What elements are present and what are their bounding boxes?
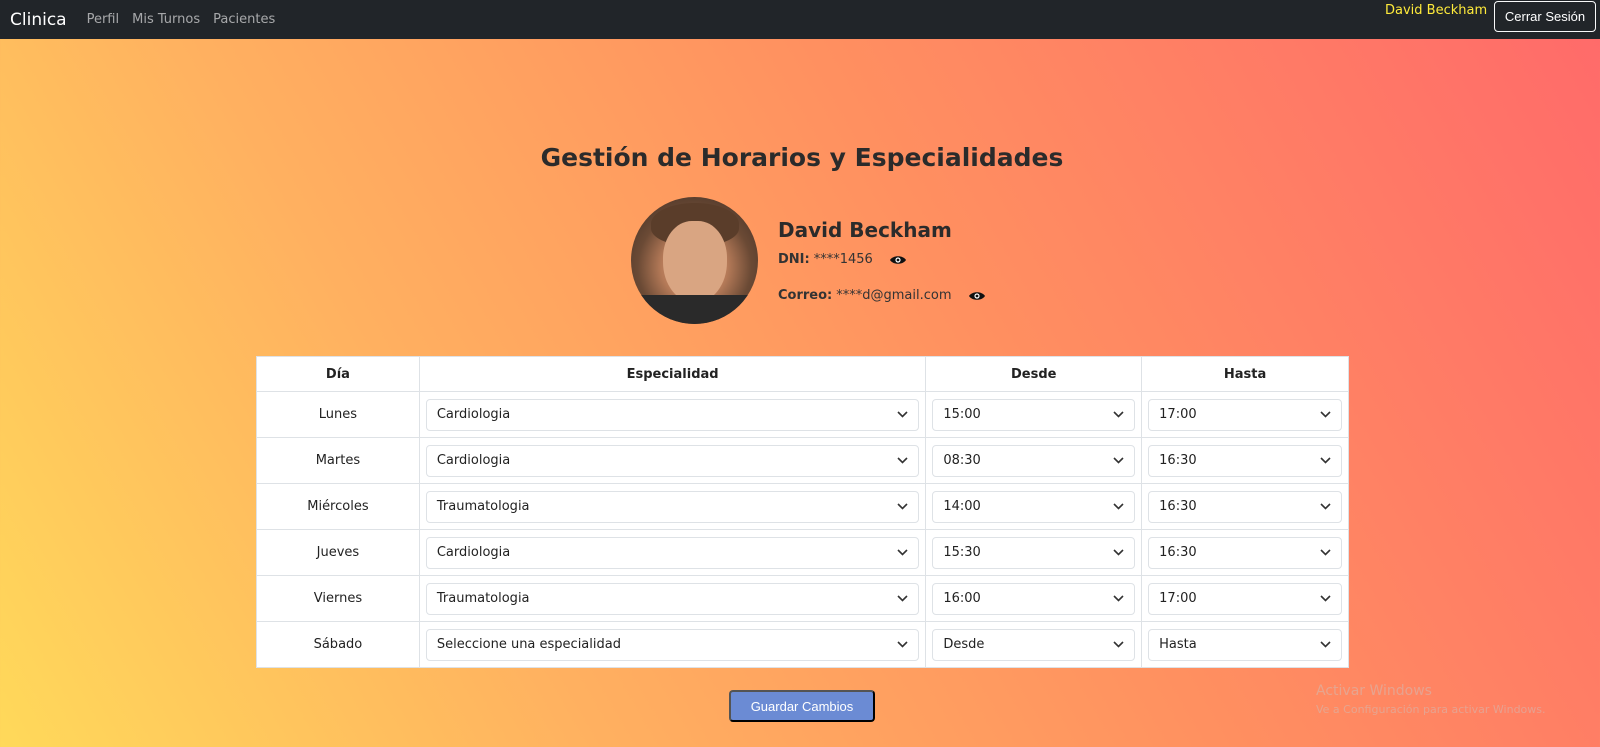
specialty-select[interactable]: Seleccione una especialidad bbox=[425, 628, 920, 661]
from-value: 15:30 bbox=[943, 545, 981, 560]
email-value: ****d@gmail.com bbox=[836, 288, 952, 303]
specialty-value: Cardiologia bbox=[436, 545, 511, 560]
table-row: Martes Cardiologia 08:30 16:30 bbox=[256, 437, 1349, 484]
day-cell: Miércoles bbox=[256, 483, 420, 530]
from-value: 16:00 bbox=[943, 591, 981, 606]
from-value: 08:30 bbox=[943, 453, 981, 468]
chevron-down-icon bbox=[1320, 549, 1331, 556]
to-select[interactable]: Hasta bbox=[1148, 628, 1342, 661]
specialty-value: Cardiologia bbox=[436, 407, 511, 422]
chevron-down-icon bbox=[897, 549, 908, 556]
page-title: Gestión de Horarios y Especialidades bbox=[540, 143, 1064, 172]
specialty-select[interactable]: Cardiologia bbox=[425, 398, 920, 431]
chevron-down-icon bbox=[897, 411, 908, 418]
dni-value: ****1456 bbox=[813, 252, 873, 267]
table-row: Lunes Cardiologia 15:00 17:00 bbox=[256, 391, 1349, 438]
save-changes-button[interactable]: Guardar Cambios bbox=[729, 690, 875, 722]
specialty-select[interactable]: Cardiologia bbox=[425, 444, 920, 477]
chevron-down-icon bbox=[1320, 411, 1331, 418]
doctor-name: David Beckham bbox=[778, 218, 952, 242]
from-value: Desde bbox=[943, 637, 985, 652]
header-dia: Día bbox=[256, 356, 420, 392]
from-select[interactable]: Desde bbox=[932, 628, 1136, 661]
table-row: Miércoles Traumatologia 14:00 16:30 bbox=[256, 483, 1349, 530]
specialty-value: Seleccione una especialidad bbox=[436, 637, 621, 652]
from-select[interactable]: 08:30 bbox=[932, 444, 1136, 477]
windows-watermark-subtitle: Ve a Configuración para activar Windows. bbox=[1316, 703, 1546, 716]
email-line: Correo: ****d@gmail.com bbox=[778, 288, 986, 303]
chevron-down-icon bbox=[1320, 595, 1331, 602]
day-cell: Lunes bbox=[256, 391, 420, 438]
specialty-value: Cardiologia bbox=[436, 453, 511, 468]
from-select[interactable]: 15:30 bbox=[932, 536, 1136, 569]
specialty-select[interactable]: Traumatologia bbox=[425, 490, 920, 523]
to-select[interactable]: 16:30 bbox=[1148, 490, 1342, 523]
to-value: 17:00 bbox=[1159, 591, 1197, 606]
logout-button[interactable]: Cerrar Sesión bbox=[1494, 1, 1596, 32]
to-select[interactable]: 16:30 bbox=[1148, 536, 1342, 569]
to-select[interactable]: 16:30 bbox=[1148, 444, 1342, 477]
specialty-select[interactable]: Traumatologia bbox=[425, 582, 920, 615]
chevron-down-icon bbox=[897, 503, 908, 510]
dni-label: DNI: bbox=[778, 252, 810, 267]
to-value: 16:30 bbox=[1159, 453, 1197, 468]
chevron-down-icon bbox=[1320, 641, 1331, 648]
from-select[interactable]: 16:00 bbox=[932, 582, 1136, 615]
to-select[interactable]: 17:00 bbox=[1148, 398, 1342, 431]
dni-line: DNI: ****1456 bbox=[778, 252, 907, 267]
table-row: Viernes Traumatologia 16:00 17:00 bbox=[256, 575, 1349, 622]
to-value: 16:30 bbox=[1159, 545, 1197, 560]
header-especialidad: Especialidad bbox=[418, 356, 927, 392]
day-cell: Sábado bbox=[256, 621, 420, 668]
from-value: 14:00 bbox=[943, 499, 981, 514]
chevron-down-icon bbox=[897, 595, 908, 602]
chevron-down-icon bbox=[897, 457, 908, 464]
chevron-down-icon bbox=[1113, 549, 1124, 556]
chevron-down-icon bbox=[1113, 595, 1124, 602]
chevron-down-icon bbox=[1113, 503, 1124, 510]
header-desde: Desde bbox=[925, 356, 1143, 392]
chevron-down-icon bbox=[1320, 457, 1331, 464]
header-hasta: Hasta bbox=[1141, 356, 1349, 392]
chevron-down-icon bbox=[1320, 503, 1331, 510]
table-row: Sábado Seleccione una especialidad Desde… bbox=[256, 621, 1349, 668]
to-value: Hasta bbox=[1159, 637, 1197, 652]
to-value: 17:00 bbox=[1159, 407, 1197, 422]
avatar bbox=[631, 197, 758, 324]
chevron-down-icon bbox=[897, 641, 908, 648]
schedule-table: Día Especialidad Desde Hasta Lunes Cardi… bbox=[256, 356, 1349, 668]
to-value: 16:30 bbox=[1159, 499, 1197, 514]
nav-link-pacientes[interactable]: Pacientes bbox=[213, 12, 275, 27]
windows-watermark-title: Activar Windows bbox=[1316, 683, 1432, 699]
eye-icon[interactable] bbox=[968, 290, 986, 302]
day-cell: Jueves bbox=[256, 529, 420, 576]
specialty-value: Traumatologia bbox=[436, 591, 530, 606]
to-select[interactable]: 17:00 bbox=[1148, 582, 1342, 615]
nav-link-mis-turnos[interactable]: Mis Turnos bbox=[132, 12, 200, 27]
chevron-down-icon bbox=[1113, 411, 1124, 418]
navbar: Clinica Perfil Mis Turnos Pacientes Davi… bbox=[0, 0, 1600, 39]
from-select[interactable]: 15:00 bbox=[932, 398, 1136, 431]
table-row: Jueves Cardiologia 15:30 16:30 bbox=[256, 529, 1349, 576]
specialty-select[interactable]: Cardiologia bbox=[425, 536, 920, 569]
eye-icon[interactable] bbox=[889, 254, 907, 266]
brand-logo[interactable]: Clinica bbox=[10, 10, 67, 30]
chevron-down-icon bbox=[1113, 457, 1124, 464]
specialty-value: Traumatologia bbox=[436, 499, 530, 514]
day-cell: Viernes bbox=[256, 575, 420, 622]
table-header-row: Día Especialidad Desde Hasta bbox=[256, 356, 1349, 392]
day-cell: Martes bbox=[256, 437, 420, 484]
from-select[interactable]: 14:00 bbox=[932, 490, 1136, 523]
from-value: 15:00 bbox=[943, 407, 981, 422]
current-user-name: David Beckham bbox=[1385, 3, 1488, 18]
email-label: Correo: bbox=[778, 288, 833, 303]
nav-link-perfil[interactable]: Perfil bbox=[87, 12, 120, 27]
chevron-down-icon bbox=[1113, 641, 1124, 648]
